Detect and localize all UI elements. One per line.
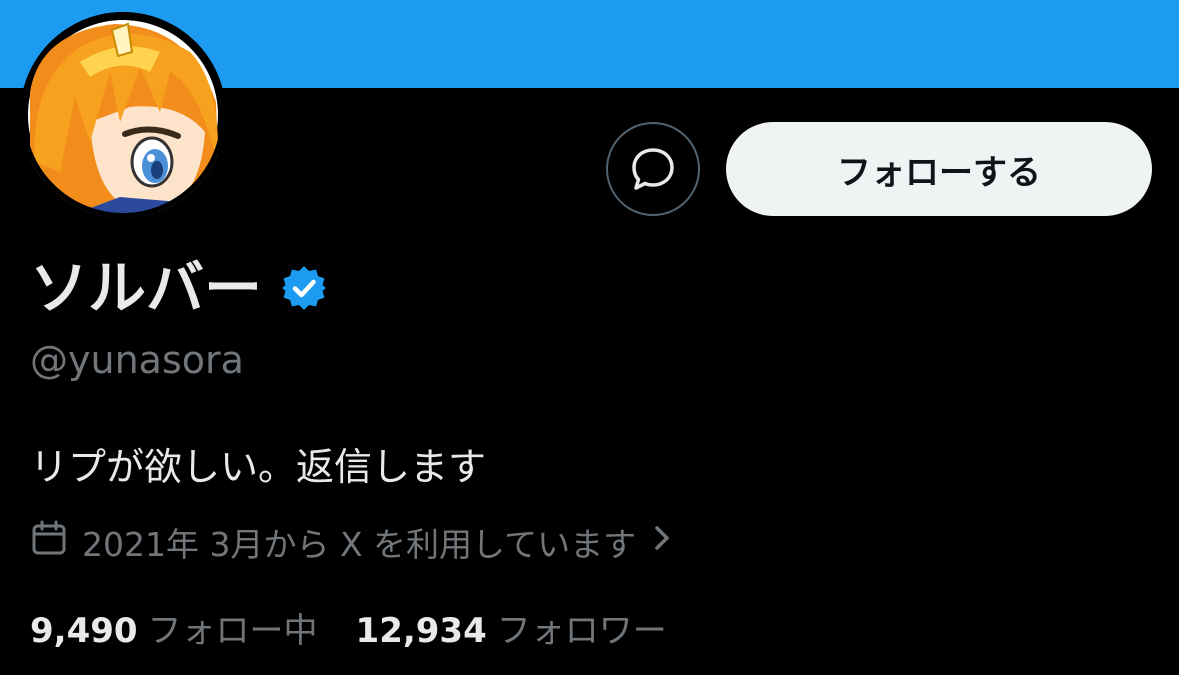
followers-label: フォロワー [496,611,667,651]
follow-button-label: フォローする [837,152,1041,193]
following-label: フォロー中 [147,611,318,651]
follow-stats: 9,490 フォロー中 12,934 フォロワー [30,603,667,652]
profile-bio: リプが欲しい。返信します [30,445,487,489]
joined-date-row[interactable]: 2021年 3月から X を利用しています [30,518,674,566]
verified-badge-icon[interactable] [280,264,328,312]
display-name: ソルバー [30,254,263,322]
following-stat[interactable]: 9,490 フォロー中 [30,603,318,652]
following-count: 9,490 [30,611,138,651]
user-handle: @yunasora [30,338,244,382]
followers-count: 12,934 [355,611,487,651]
follow-button[interactable]: フォローする [726,122,1152,216]
chevron-right-icon [650,522,674,562]
profile-avatar[interactable] [20,12,226,218]
message-button[interactable] [606,122,700,216]
followers-stat[interactable]: 12,934 フォロワー [356,603,667,652]
avatar-image [20,12,226,218]
joined-date-text: 2021年 3月から X を利用しています [82,525,637,564]
calendar-icon [30,519,68,565]
display-name-row: ソルバー [30,250,328,326]
message-bubble-icon [632,148,674,190]
